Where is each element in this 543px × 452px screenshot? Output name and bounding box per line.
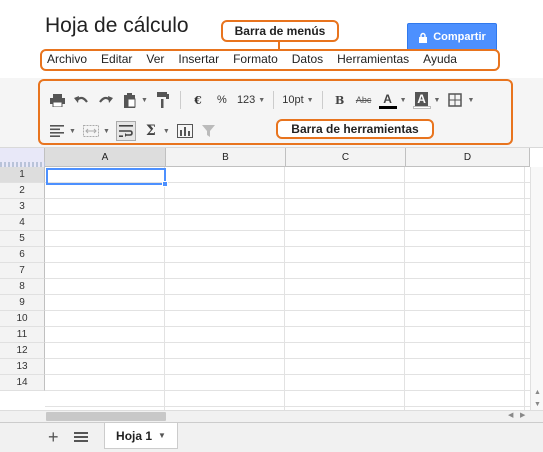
cell-area[interactable] <box>45 167 530 410</box>
scroll-down-icon[interactable]: ▼ <box>534 401 541 408</box>
column-header-b[interactable]: B <box>166 148 286 167</box>
fill-handle[interactable] <box>162 181 168 187</box>
scroll-left-icon[interactable]: ◀ <box>508 411 513 419</box>
row-header[interactable]: 9 <box>0 295 45 311</box>
sheet-tab[interactable]: Hoja 1 ▼ <box>104 423 178 449</box>
row-header[interactable]: 5 <box>0 231 45 247</box>
column-header-d[interactable]: D <box>406 148 530 167</box>
menu-bar-annotation: Barra de menús <box>221 20 339 42</box>
callout-connector <box>278 42 280 50</box>
sheet-tab-label: Hoja 1 <box>116 428 153 443</box>
horizontal-scroll-thumb[interactable] <box>46 412 166 421</box>
scroll-up-icon[interactable]: ▲ <box>534 389 541 396</box>
scroll-right-icon[interactable]: ▶ <box>520 411 525 419</box>
row-header[interactable]: 3 <box>0 199 45 215</box>
all-sheets-icon[interactable] <box>74 432 88 442</box>
column-header-c[interactable]: C <box>286 148 406 167</box>
row-header[interactable]: 14 <box>0 375 45 391</box>
select-all-corner[interactable] <box>0 148 45 167</box>
row-header[interactable]: 11 <box>0 327 45 343</box>
share-label: Compartir <box>433 31 486 43</box>
horizontal-scrollbar[interactable]: ◀ ▶ <box>0 410 543 422</box>
toolbar-annotation: Barra de herramientas <box>276 119 434 139</box>
row-header[interactable]: 7 <box>0 263 45 279</box>
chevron-down-icon[interactable]: ▼ <box>158 431 166 440</box>
row-header[interactable]: 10 <box>0 311 45 327</box>
add-sheet-icon[interactable]: + <box>48 427 59 448</box>
lock-icon <box>419 32 428 43</box>
sheet-bar: + Hoja 1 ▼ <box>0 422 543 452</box>
row-header[interactable]: 4 <box>0 215 45 231</box>
spreadsheet-grid: A B C D 1 2 3 4 5 6 7 8 9 10 11 12 13 14… <box>0 148 543 410</box>
row-header[interactable]: 8 <box>0 279 45 295</box>
column-header-a[interactable]: A <box>45 148 166 167</box>
selected-cell-a1[interactable] <box>46 168 168 187</box>
row-header[interactable]: 2 <box>0 183 45 199</box>
vertical-scrollbar[interactable]: ▲ ▼ <box>530 167 543 410</box>
row-header[interactable]: 12 <box>0 343 45 359</box>
row-header[interactable]: 6 <box>0 247 45 263</box>
share-button[interactable]: Compartir <box>407 23 497 51</box>
menu-bar-callout <box>40 49 500 71</box>
row-header[interactable]: 1 <box>0 167 45 183</box>
document-title[interactable]: Hoja de cálculo <box>45 14 189 38</box>
row-header[interactable]: 13 <box>0 359 45 375</box>
